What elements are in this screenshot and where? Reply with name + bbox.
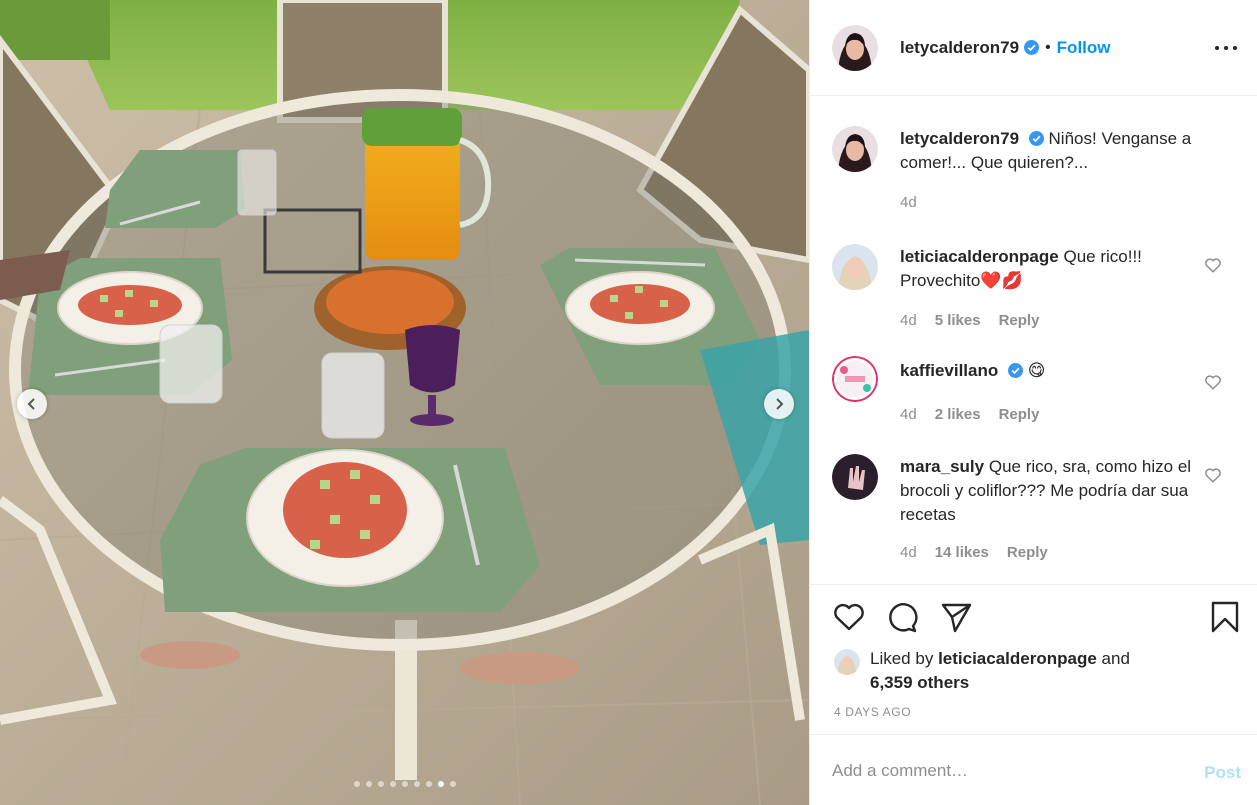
carousel-dot: [437, 781, 444, 787]
comment-body: leticiacalderonpage Que rico!!! Provechi…: [900, 245, 1200, 293]
more-options-icon[interactable]: [1215, 40, 1237, 56]
commenter-avatar[interactable]: [832, 244, 878, 290]
post-side-panel: letycalderon79 • Follow letycalderon79 N…: [809, 0, 1257, 805]
header-separator: •: [1045, 38, 1051, 56]
comment-meta: 4d 14 likes Reply: [900, 544, 1048, 561]
carousel-dot: [389, 781, 396, 787]
verified-badge-icon: [1024, 40, 1040, 55]
comment-item: mara_suly Que rico, sra, como hizo el br…: [832, 454, 1236, 574]
commenter-avatar[interactable]: [832, 356, 878, 402]
comment-age[interactable]: 4d: [900, 406, 917, 423]
comments-list: letycalderon79 Niños! Venganse a comer!.…: [810, 96, 1257, 584]
caption-meta: 4d: [900, 194, 917, 211]
caption-body: letycalderon79 Niños! Venganse a comer!.…: [900, 127, 1230, 175]
liked-by-others[interactable]: 6,359 others: [870, 673, 969, 692]
comment-age[interactable]: 4d: [900, 312, 917, 329]
liked-by-text: Liked by leticiacalderonpage and 6,359 o…: [870, 647, 1190, 695]
comment-likes[interactable]: 14 likes: [935, 544, 989, 561]
reply-button[interactable]: Reply: [999, 406, 1040, 423]
reply-button[interactable]: Reply: [1007, 544, 1048, 561]
comment-like-heart-icon[interactable]: [1204, 256, 1222, 274]
comment-username[interactable]: leticiacalderonpage: [900, 247, 1059, 266]
reply-button[interactable]: Reply: [999, 312, 1040, 329]
comment-username[interactable]: kaffievillano: [900, 361, 998, 380]
previous-photo-button[interactable]: [17, 389, 47, 419]
chevron-right-icon: [776, 398, 784, 410]
comment-likes[interactable]: 2 likes: [935, 406, 981, 423]
comment-like-heart-icon[interactable]: [1204, 466, 1222, 484]
liked-by-prefix: Liked by: [870, 649, 934, 668]
bookmark-icon[interactable]: [1208, 600, 1242, 634]
carousel-dot: [449, 781, 456, 787]
share-paper-plane-icon[interactable]: [939, 600, 973, 634]
commenter-avatar[interactable]: [832, 454, 878, 500]
add-comment-input[interactable]: [832, 757, 1162, 785]
comment-bubble-icon[interactable]: [885, 600, 919, 634]
carousel-dot: [413, 781, 420, 787]
post-time-ago[interactable]: 4 DAYS AGO: [834, 705, 911, 719]
comment-emoji: ❤️💋: [980, 271, 1023, 290]
add-comment-bar: Post: [810, 734, 1257, 805]
next-photo-button[interactable]: [764, 389, 794, 419]
comment-likes[interactable]: 5 likes: [935, 312, 981, 329]
caption-item: letycalderon79 Niños! Venganse a comer!.…: [832, 126, 1236, 216]
verified-badge-icon: [1028, 131, 1044, 146]
comment-age[interactable]: 4d: [900, 544, 917, 561]
comment-meta: 4d 5 likes Reply: [900, 312, 1039, 329]
comment-like-heart-icon[interactable]: [1204, 373, 1222, 391]
verified-badge-icon: [1008, 363, 1023, 378]
comment-username[interactable]: mara_suly: [900, 457, 984, 476]
comment-body: kaffievillano 😋: [900, 359, 1200, 383]
post-photo[interactable]: [0, 0, 809, 805]
liked-by-line: Liked by leticiacalderonpage and 6,359 o…: [834, 647, 1190, 695]
carousel-dot: [425, 781, 432, 787]
caption-author-avatar[interactable]: [832, 126, 878, 172]
follow-button[interactable]: Follow: [1057, 38, 1111, 58]
liked-by-user[interactable]: leticiacalderonpage: [938, 649, 1097, 668]
carousel-dot: [377, 781, 384, 787]
carousel-dot: [365, 781, 372, 787]
comment-item: kaffievillano 😋 4d 2 likes Reply: [832, 356, 1236, 436]
post-comment-button[interactable]: Post: [1204, 763, 1241, 783]
carousel-dot: [401, 781, 408, 787]
photo-scene: [0, 0, 809, 805]
like-heart-icon[interactable]: [832, 600, 866, 634]
carousel-dot: [353, 781, 360, 787]
liked-by-joiner: and: [1101, 649, 1130, 668]
comment-meta: 4d 2 likes Reply: [900, 406, 1039, 423]
carousel-indicator: [0, 781, 809, 787]
chevron-left-icon: [27, 398, 35, 410]
liked-by-avatar[interactable]: [834, 649, 860, 675]
comment-emoji: 😋: [1027, 361, 1046, 380]
author-avatar[interactable]: [832, 24, 878, 71]
author-username[interactable]: letycalderon79: [900, 38, 1019, 58]
comment-body: mara_suly Que rico, sra, como hizo el br…: [900, 455, 1200, 527]
caption-age[interactable]: 4d: [900, 194, 917, 211]
post-header: letycalderon79 • Follow: [810, 0, 1257, 96]
caption-username[interactable]: letycalderon79: [900, 129, 1019, 148]
comment-item: leticiacalderonpage Que rico!!! Provechi…: [832, 244, 1236, 339]
post-actions: Liked by leticiacalderonpage and 6,359 o…: [810, 584, 1257, 734]
